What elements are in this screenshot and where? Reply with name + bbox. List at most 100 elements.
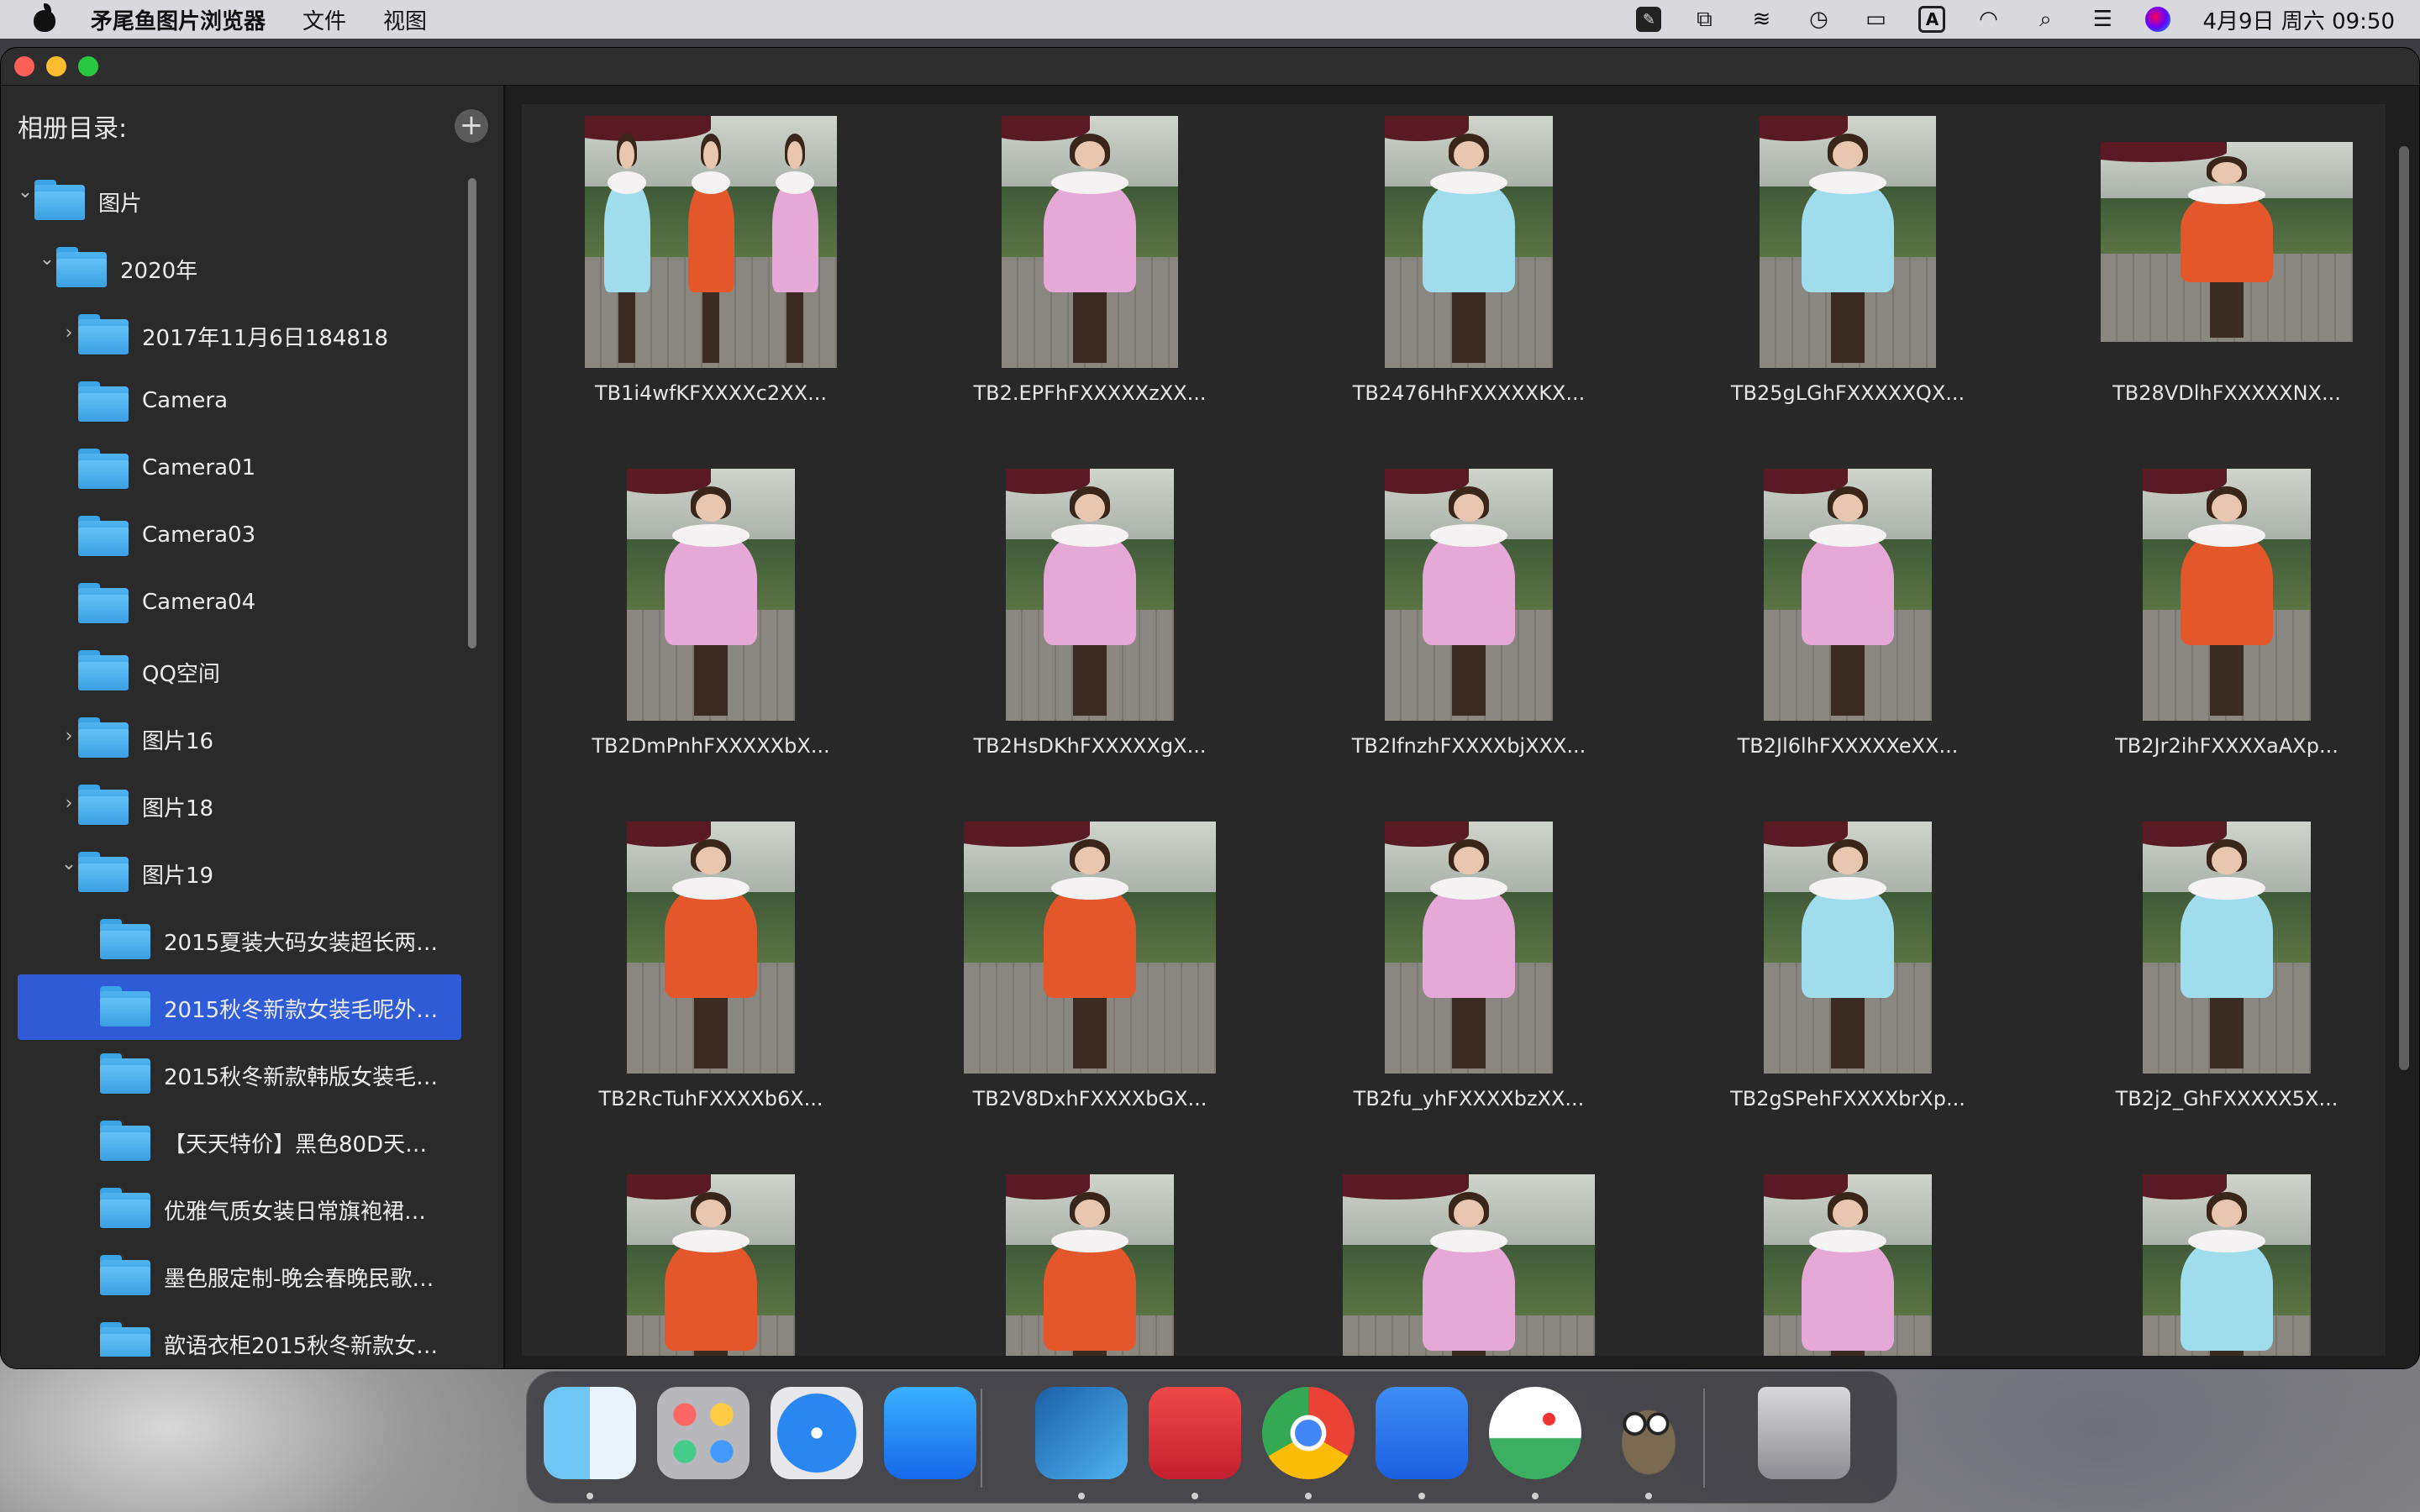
tree-item[interactable]: 墨色服定制-晚会春晚民歌…	[18, 1243, 461, 1309]
photo-caption: TB2476HhFXXXXXKX...	[1352, 381, 1586, 405]
photo-thumbnail[interactable]	[1764, 822, 1932, 1074]
tree-item[interactable]: 2015秋冬新款韩版女装毛…	[18, 1042, 461, 1107]
photo-thumbnail[interactable]	[1760, 116, 1936, 368]
photo-tile[interactable]: TB2gSPehFXXXXbrXp...	[1659, 810, 2037, 1163]
photo-tile[interactable]: TB2V8DxhFXXXXbGX...	[901, 810, 1279, 1163]
control-center-icon[interactable]: ☰	[2088, 7, 2117, 32]
photo-tile[interactable]: TB28VDlhFXXXXXNX...	[2038, 104, 2386, 457]
file-menu[interactable]: 文件	[302, 4, 346, 35]
tree-item[interactable]: › 图片16	[18, 706, 461, 771]
chrome-icon[interactable]	[1262, 1387, 1355, 1479]
photo-thumbnail[interactable]	[627, 1174, 795, 1356]
chevron-down-icon[interactable]: ⌄	[18, 183, 34, 202]
photo-thumbnail[interactable]	[1343, 1174, 1595, 1356]
siri-icon[interactable]	[2145, 7, 2171, 32]
photo-thumbnail[interactable]	[1006, 469, 1174, 721]
tree-item[interactable]: Camera03	[18, 504, 461, 570]
photo-tile[interactable]: TB2RcTuhFXXXXb6X...	[522, 810, 900, 1163]
photo-tile[interactable]	[1280, 1163, 1658, 1356]
photo-thumbnail[interactable]	[627, 822, 795, 1074]
chevron-right-icon[interactable]: ›	[60, 795, 78, 813]
tree-item[interactable]: 优雅气质女装日常旗袍裙…	[18, 1176, 461, 1242]
sidebar-title: 相册目录:	[18, 114, 128, 144]
tree-item[interactable]: ⌄ 图片19	[18, 840, 461, 906]
chevron-right-icon[interactable]: ›	[60, 324, 78, 343]
photo-thumbnail[interactable]	[2143, 1174, 2311, 1356]
zoom-window-button[interactable]	[78, 56, 98, 76]
screen-share-icon[interactable]: ⧉	[1690, 7, 1718, 32]
red-app-icon[interactable]	[1149, 1387, 1241, 1479]
add-album-button[interactable]: +	[455, 109, 488, 143]
input-method-icon[interactable]: A	[1918, 6, 1946, 33]
safari-icon[interactable]	[771, 1387, 863, 1479]
wifi-icon[interactable]: ◠	[1974, 7, 2002, 32]
tree-item[interactable]: 2015夏装大码女装超长两…	[18, 907, 461, 973]
photo-thumbnail[interactable]	[2143, 822, 2311, 1074]
minimize-window-button[interactable]	[46, 56, 66, 76]
preview-image-icon[interactable]	[1489, 1387, 1581, 1479]
chevron-down-icon[interactable]: ⌄	[38, 250, 56, 269]
photo-tile[interactable]	[2038, 1163, 2386, 1356]
battery-icon[interactable]: ▭	[1861, 7, 1890, 32]
photo-thumbnail[interactable]	[2143, 469, 2311, 721]
gimp-icon[interactable]	[1602, 1387, 1695, 1479]
tree-item[interactable]: 【天天特价】黑色80D天…	[18, 1109, 461, 1174]
photo-thumbnail[interactable]	[1764, 469, 1932, 721]
tree-item[interactable]: Camera	[18, 370, 461, 435]
chevron-right-icon[interactable]: ›	[60, 727, 78, 746]
photo-tile[interactable]	[522, 1163, 900, 1356]
photo-tile[interactable]: TB2j2_GhFXXXXX5X...	[2038, 810, 2386, 1163]
photo-thumbnail[interactable]	[627, 469, 795, 721]
launchpad-icon[interactable]	[657, 1387, 750, 1479]
photo-thumbnail[interactable]	[585, 116, 837, 368]
forward-arrow-app-icon[interactable]	[1035, 1387, 1128, 1479]
tree-item-label: 墨色服定制-晚会春晚民歌…	[164, 1267, 434, 1292]
photo-thumbnail[interactable]	[1764, 1174, 1932, 1356]
tree-item[interactable]: ⌄ 2020年	[18, 235, 461, 301]
photo-tile[interactable]: TB2DmPnhFXXXXXbX...	[522, 457, 900, 810]
finder-icon[interactable]	[544, 1387, 636, 1479]
spotlight-search-icon[interactable]: ⌕	[2031, 7, 2060, 32]
photo-thumbnail[interactable]	[1385, 822, 1553, 1074]
photo-tile[interactable]: TB1i4wfKFXXXXc2XX...	[522, 104, 900, 457]
menu-clock[interactable]: 4月9日 周六 09:50	[2202, 4, 2395, 35]
chevron-down-icon[interactable]: ⌄	[60, 855, 78, 874]
photo-tile[interactable]: TB2476HhFXXXXXKX...	[1280, 104, 1658, 457]
app-store-icon[interactable]	[884, 1387, 976, 1479]
tree-item[interactable]: › 图片18	[18, 773, 461, 838]
photo-thumbnail[interactable]	[2101, 142, 2353, 342]
trash-icon[interactable]	[1758, 1387, 1850, 1479]
photo-tile[interactable]: TB2fu_yhFXXXXbzXX...	[1280, 810, 1658, 1163]
photo-tile[interactable]	[901, 1163, 1279, 1356]
photo-tile[interactable]: TB2Jl6lhFXXXXXeXX...	[1659, 457, 2037, 810]
photo-tile[interactable]: TB2HsDKhFXXXXXgX...	[901, 457, 1279, 810]
red-app-status-icon[interactable]: ≋	[1747, 7, 1776, 32]
photo-tile[interactable]: TB2IfnzhFXXXXbjXXX...	[1280, 457, 1658, 810]
tree-item[interactable]: 歆语衣柜2015秋冬新款女…	[18, 1310, 461, 1357]
photo-grid-scrollbar[interactable]	[2399, 146, 2409, 1070]
view-menu[interactable]: 视图	[383, 4, 427, 35]
tree-item[interactable]: › 2017年11月6日184818	[18, 302, 461, 368]
photo-tile[interactable]: TB2Jr2ihFXXXXaAXp...	[2038, 457, 2386, 810]
tree-item[interactable]: ⌄ 图片	[18, 168, 461, 234]
photo-thumbnail[interactable]	[964, 822, 1216, 1074]
sidebar-scrollbar-thumb[interactable]	[468, 178, 476, 648]
app-name-menu[interactable]: 矛尾鱼图片浏览器	[91, 4, 266, 35]
photo-thumbnail[interactable]	[1002, 116, 1178, 368]
photo-tile[interactable]	[1659, 1163, 2037, 1356]
photo-tile[interactable]: TB2.EPFhFXXXXXzXX...	[901, 104, 1279, 457]
tree-item[interactable]: 2015秋冬新款女装毛呢外…	[18, 974, 461, 1040]
apple-menu-icon[interactable]	[32, 3, 57, 34]
tree-item[interactable]: QQ空间	[18, 638, 461, 704]
pencil-app-icon[interactable]	[1376, 1387, 1468, 1479]
pencil-status-icon[interactable]: ✎	[1636, 7, 1662, 32]
close-window-button[interactable]	[14, 56, 34, 76]
photo-thumbnail[interactable]	[1385, 469, 1553, 721]
photo-thumbnail[interactable]	[1385, 116, 1553, 368]
time-machine-icon[interactable]: ◷	[1804, 7, 1833, 32]
tree-item[interactable]: Camera04	[18, 571, 461, 637]
photo-tile[interactable]: TB25gLGhFXXXXXQX...	[1659, 104, 2037, 457]
photo-thumbnail[interactable]	[1006, 1174, 1174, 1356]
running-indicator	[1645, 1493, 1652, 1499]
tree-item[interactable]: Camera01	[18, 437, 461, 502]
